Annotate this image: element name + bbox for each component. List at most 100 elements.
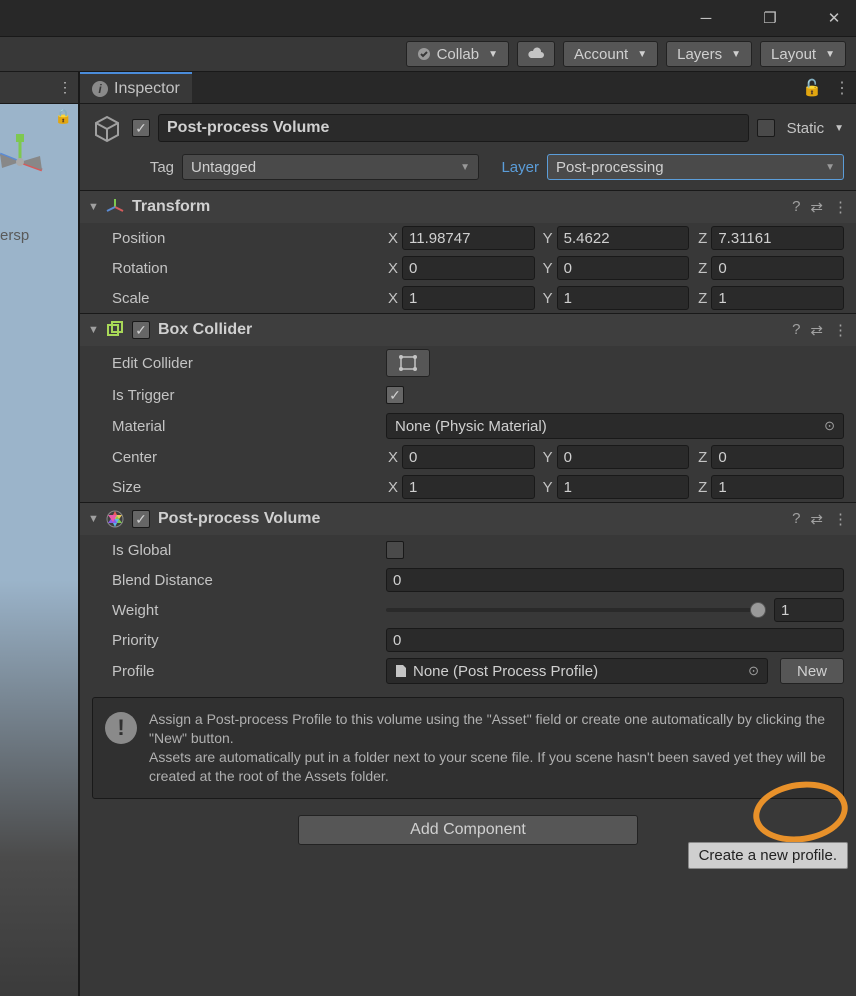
edit-collider-icon [398,354,418,372]
size-label: Size [108,479,378,496]
help-icon[interactable]: ? [792,510,800,528]
ppv-header[interactable]: ▼ ✓ Post-process Volume ? ⇄ [80,503,856,535]
aperture-icon [106,510,124,528]
profile-field[interactable]: None (Post Process Profile) ⊙ [386,658,768,684]
help-icon[interactable]: ? [792,321,800,339]
maximize-button[interactable]: ❐ [756,4,784,32]
foldout-icon: ▼ [88,513,98,525]
scale-label: Scale [108,290,378,307]
info-icon: ! [105,712,137,744]
size-y-field[interactable]: 1 [557,475,690,499]
object-picker-icon[interactable]: ⊙ [748,663,759,679]
cloud-button[interactable] [517,41,555,67]
box-collider-header[interactable]: ▼ ✓ Box Collider ? ⇄ ⋮ [80,314,856,346]
rotation-label: Rotation [108,260,378,277]
weight-field[interactable]: 1 [774,598,844,622]
layers-dropdown[interactable]: Layers▼ [666,41,752,67]
object-name-field[interactable]: Post-process Volume [158,114,749,142]
slider-thumb[interactable] [750,602,766,618]
tab-row: i Inspector 🔓 ⋮ [80,72,856,104]
asset-icon [395,664,407,678]
blend-distance-field[interactable]: 0 [386,568,844,592]
tag-label: Tag [132,159,174,176]
panel-menu-icon[interactable]: ⋮ [828,78,856,98]
blend-distance-label: Blend Distance [108,572,378,589]
center-z-field[interactable]: 0 [711,445,844,469]
is-global-checkbox[interactable] [386,541,404,559]
info-icon: i [92,81,108,97]
lock-icon[interactable]: 🔒 [55,108,72,125]
component-menu-icon[interactable]: ⋮ [833,198,848,216]
scale-z-field[interactable]: 1 [711,286,844,310]
close-button[interactable]: ✕ [820,4,848,32]
gameobject-icon [92,114,122,144]
scene-toolbar: ⋮ [0,72,78,104]
center-y-field[interactable]: 0 [557,445,690,469]
account-dropdown[interactable]: Account▼ [563,41,658,67]
position-y-field[interactable]: 5.4622 [557,226,690,250]
box-collider-icon [106,321,124,339]
scale-y-field[interactable]: 1 [557,286,690,310]
lock-panel-icon[interactable]: 🔓 [796,78,828,98]
size-z-field[interactable]: 1 [711,475,844,499]
component-menu-icon[interactable]: ⋮ [833,510,848,528]
layout-dropdown[interactable]: Layout▼ [760,41,846,67]
transform-icon [106,198,124,216]
active-checkbox[interactable]: ✓ [132,119,150,137]
preset-icon[interactable]: ⇄ [810,321,823,339]
window-titlebar: ─ ❐ ✕ [0,0,856,36]
ppv-enable-checkbox[interactable]: ✓ [132,510,150,528]
box-collider-component: ▼ ✓ Box Collider ? ⇄ ⋮ Edit Collider Is … [80,313,856,502]
static-label: Static [787,120,825,137]
priority-label: Priority [108,632,378,649]
position-x-field[interactable]: 11.98747 [402,226,535,250]
is-global-label: Is Global [108,542,378,559]
preset-icon[interactable]: ⇄ [810,198,823,216]
static-dropdown-icon[interactable]: ▼ [834,123,844,134]
center-x-field[interactable]: 0 [402,445,535,469]
position-z-field[interactable]: 7.31161 [711,226,844,250]
inspector-tab[interactable]: i Inspector [80,72,192,103]
add-component-button[interactable]: Add Component [298,815,638,845]
preset-icon[interactable]: ⇄ [810,510,823,528]
help-icon[interactable]: ? [792,198,800,216]
weight-label: Weight [108,602,378,619]
object-picker-icon[interactable]: ⊙ [824,418,835,434]
material-field[interactable]: None (Physic Material)⊙ [386,413,844,439]
scale-x-field[interactable]: 1 [402,286,535,310]
static-checkbox[interactable] [757,119,775,137]
center-label: Center [108,449,378,466]
help-box: ! Assign a Post-process Profile to this … [92,697,844,799]
weight-slider[interactable] [386,608,766,612]
edit-collider-label: Edit Collider [108,355,378,372]
layer-dropdown[interactable]: Post-processing▼ [547,154,844,180]
transform-component: ▼ Transform ? ⇄ ⋮ Position X11.98747 Y5.… [80,190,856,313]
foldout-icon: ▼ [88,324,98,336]
kebab-icon[interactable]: ⋮ [58,79,72,96]
is-trigger-checkbox[interactable]: ✓ [386,386,404,404]
tag-layer-row: Tag Untagged▼ Layer Post-processing▼ [80,150,856,190]
rotation-x-field[interactable]: 0 [402,256,535,280]
size-x-field[interactable]: 1 [402,475,535,499]
component-menu-icon[interactable]: ⋮ [833,321,848,339]
box-collider-enable-checkbox[interactable]: ✓ [132,321,150,339]
collab-icon [417,47,431,61]
material-label: Material [108,418,378,435]
object-header: ✓ Post-process Volume Static ▼ [80,104,856,150]
scene-view[interactable]: ⋮ 🔒 ersp [0,72,80,996]
rotation-z-field[interactable]: 0 [711,256,844,280]
transform-title: Transform [132,198,784,216]
orientation-gizmo[interactable] [0,132,50,192]
inspector-panel: i Inspector 🔓 ⋮ ✓ Post-process Volume [80,72,856,996]
transform-header[interactable]: ▼ Transform ? ⇄ ⋮ [80,191,856,223]
collab-dropdown[interactable]: Collab▼ [406,41,509,67]
minimize-button[interactable]: ─ [692,4,720,32]
tag-dropdown[interactable]: Untagged▼ [182,154,479,180]
foldout-icon: ▼ [88,201,98,213]
ppv-title: Post-process Volume [158,510,784,528]
priority-field[interactable]: 0 [386,628,844,652]
edit-collider-button[interactable] [386,349,430,377]
help-text: Assign a Post-process Profile to this vo… [149,711,826,784]
new-profile-button[interactable]: New [780,658,844,684]
rotation-y-field[interactable]: 0 [557,256,690,280]
